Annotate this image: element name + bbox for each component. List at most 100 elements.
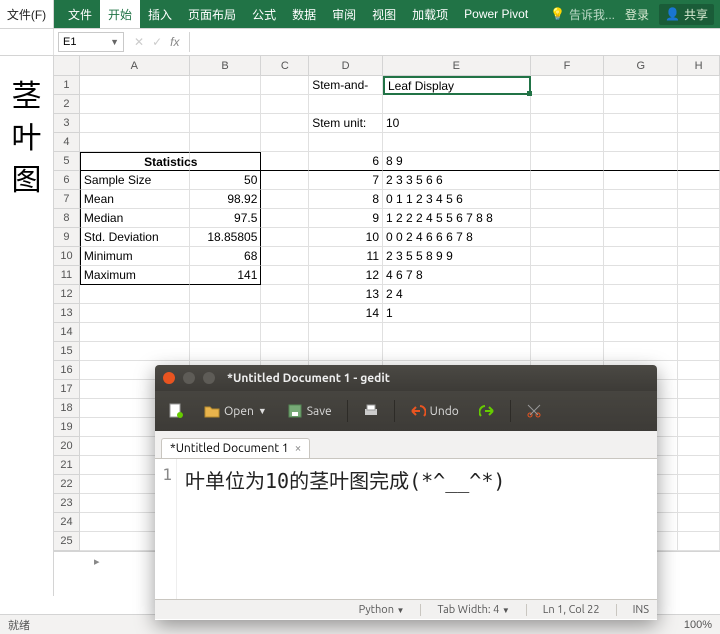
cell[interactable]	[383, 342, 531, 361]
cell[interactable]: 0 1 1 2 3 4 5 6	[383, 190, 531, 209]
cell[interactable]	[678, 209, 720, 228]
gedit-titlebar[interactable]: *Untitled Document 1 - gedit	[155, 365, 657, 391]
col-header-H[interactable]: H	[678, 56, 720, 75]
cell[interactable]	[604, 76, 678, 95]
row-header[interactable]: 11	[54, 266, 80, 285]
cell[interactable]	[678, 152, 720, 171]
insert-mode[interactable]: INS	[633, 604, 649, 616]
cell[interactable]: 11	[309, 247, 383, 266]
cell[interactable]	[604, 114, 678, 133]
share-button[interactable]: 👤 共享	[659, 4, 714, 25]
tell-me[interactable]: 💡 告诉我...	[550, 6, 615, 23]
col-header-F[interactable]: F	[531, 56, 605, 75]
cell[interactable]	[604, 247, 678, 266]
cell[interactable]	[383, 95, 531, 114]
col-header-A[interactable]: A	[80, 56, 190, 75]
cell[interactable]: Minimum	[80, 247, 190, 266]
print-button[interactable]	[358, 400, 384, 422]
cell[interactable]: 98.92	[190, 190, 262, 209]
row-header[interactable]: 4	[54, 133, 80, 152]
cell[interactable]: 13	[309, 285, 383, 304]
login-link[interactable]: 登录	[625, 6, 649, 23]
cell[interactable]	[531, 247, 605, 266]
cell[interactable]	[531, 228, 605, 247]
cell[interactable]	[190, 133, 262, 152]
cell[interactable]	[261, 133, 309, 152]
cell[interactable]	[604, 171, 678, 190]
cell[interactable]	[261, 228, 309, 247]
cell[interactable]: 10	[309, 228, 383, 247]
chevron-down-icon[interactable]: ▼	[110, 37, 119, 47]
editor-text[interactable]: 叶单位为10的茎叶图完成(*^__^*)	[177, 459, 657, 599]
cell[interactable]	[678, 266, 720, 285]
col-header-C[interactable]: C	[261, 56, 309, 75]
cell[interactable]	[261, 323, 309, 342]
cell[interactable]	[604, 228, 678, 247]
cell[interactable]	[261, 190, 309, 209]
formula-input[interactable]	[189, 32, 720, 52]
col-header-D[interactable]: D	[309, 56, 383, 75]
row-header[interactable]: 24	[54, 513, 80, 532]
cell[interactable]	[604, 190, 678, 209]
row-header[interactable]: 23	[54, 494, 80, 513]
cell[interactable]: Sample Size	[80, 171, 190, 190]
cell[interactable]: 97.5	[190, 209, 262, 228]
document-tab[interactable]: *Untitled Document 1 ×	[161, 438, 310, 458]
cell[interactable]: 4 6 7 8	[383, 266, 531, 285]
cell[interactable]	[604, 323, 678, 342]
row-header[interactable]: 9	[54, 228, 80, 247]
name-box[interactable]: E1 ▼	[58, 32, 124, 52]
cell[interactable]	[678, 247, 720, 266]
row-header[interactable]: 1	[54, 76, 80, 95]
cell[interactable]	[604, 209, 678, 228]
cell[interactable]	[604, 95, 678, 114]
cell[interactable]	[531, 323, 605, 342]
cell[interactable]	[80, 323, 190, 342]
cell[interactable]: Maximum	[80, 266, 190, 285]
row-header[interactable]: 8	[54, 209, 80, 228]
cell[interactable]	[678, 190, 720, 209]
cell[interactable]	[190, 95, 262, 114]
cell[interactable]	[261, 114, 309, 133]
tab-page-layout[interactable]: 页面布局	[180, 0, 244, 28]
cell[interactable]	[678, 456, 720, 475]
cell[interactable]	[80, 133, 190, 152]
cell[interactable]	[531, 152, 605, 171]
cell[interactable]	[531, 76, 605, 95]
cell[interactable]	[678, 285, 720, 304]
row-header[interactable]: 3	[54, 114, 80, 133]
row-header[interactable]: 18	[54, 399, 80, 418]
cell[interactable]	[604, 304, 678, 323]
cell[interactable]	[531, 114, 605, 133]
cell[interactable]	[531, 171, 605, 190]
cell[interactable]	[190, 323, 262, 342]
maximize-icon[interactable]	[203, 372, 215, 384]
col-header-G[interactable]: G	[604, 56, 678, 75]
cell[interactable]	[261, 152, 309, 171]
cell[interactable]: 0 0 2 4 6 6 6 7 8	[383, 228, 531, 247]
cell[interactable]	[678, 380, 720, 399]
cell[interactable]	[678, 437, 720, 456]
close-icon[interactable]	[163, 372, 175, 384]
cell[interactable]	[604, 133, 678, 152]
cell[interactable]	[678, 171, 720, 190]
cell[interactable]	[190, 285, 262, 304]
sheet-nav-right[interactable]: ▸	[94, 555, 100, 568]
cell[interactable]	[531, 95, 605, 114]
tab-addin[interactable]: 加载项	[404, 0, 456, 28]
gedit-window[interactable]: *Untitled Document 1 - gedit Open ▼ Save…	[155, 365, 657, 620]
cell[interactable]	[80, 114, 190, 133]
cell[interactable]: Stem-and-	[309, 76, 383, 95]
cell[interactable]	[678, 532, 720, 551]
cell[interactable]	[531, 342, 605, 361]
cell[interactable]	[531, 133, 605, 152]
cell[interactable]	[309, 95, 383, 114]
cell[interactable]: Mean	[80, 190, 190, 209]
cell[interactable]	[80, 95, 190, 114]
cell[interactable]	[678, 399, 720, 418]
cell[interactable]: 2 4	[383, 285, 531, 304]
row-header[interactable]: 6	[54, 171, 80, 190]
row-header[interactable]: 19	[54, 418, 80, 437]
cell[interactable]	[80, 304, 190, 323]
cell[interactable]	[678, 323, 720, 342]
